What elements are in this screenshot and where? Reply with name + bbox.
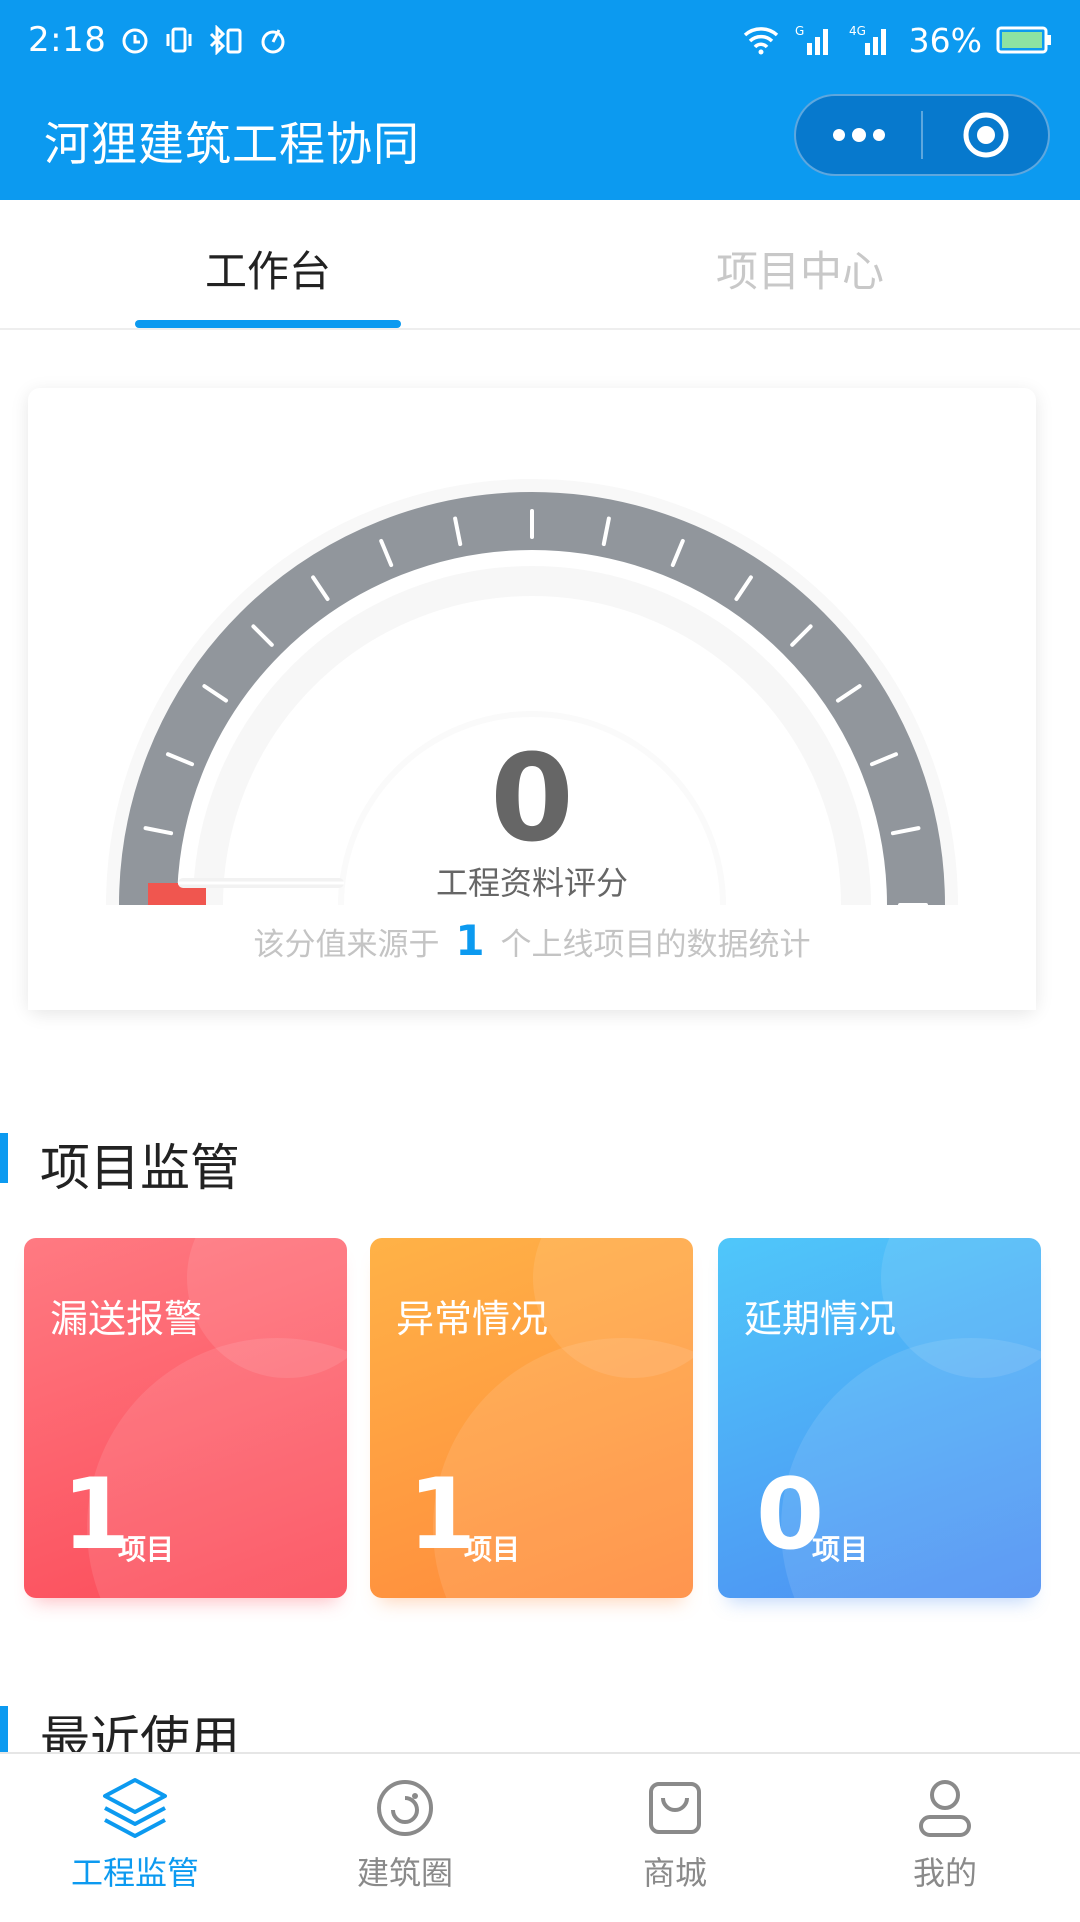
vibrate-icon [164, 25, 194, 55]
more-dots-icon [832, 128, 885, 142]
tabbar-item-engineering[interactable]: 工程监管 [0, 1754, 270, 1922]
app-header: 2:18 G 4G 36% 河狸建筑工程协同 [0, 0, 1080, 200]
battery-percentage: 36% [908, 20, 982, 60]
circle-camera-icon [377, 1780, 433, 1836]
signal-g-icon: G [795, 23, 835, 57]
tabbar-label: 建筑圈 [356, 1854, 453, 1892]
wifi-icon [741, 25, 781, 55]
nav-bar: 河狸建筑工程协同 [0, 80, 1080, 200]
stat-card-delay[interactable]: 延期情况 0 项目 [718, 1238, 1041, 1598]
svg-text:4G: 4G [849, 24, 866, 38]
section-accent-bar [0, 1133, 8, 1183]
tabbar-item-circle[interactable]: 建筑圈 [270, 1754, 540, 1922]
battery-icon [996, 25, 1052, 55]
sync-icon [258, 25, 288, 55]
tabbar-label: 工程监管 [70, 1854, 199, 1892]
stat-card-unit: 项目 [118, 1533, 175, 1566]
tabbar-item-mine[interactable]: 我的 [810, 1754, 1080, 1922]
shopping-bag-icon [649, 1782, 701, 1834]
layers-icon [103, 1778, 167, 1838]
target-close-icon [963, 112, 1008, 158]
stat-card-unit: 项目 [464, 1533, 521, 1566]
tabbar-label: 商城 [642, 1854, 707, 1892]
top-tabs: 工作台 项目中心 [0, 200, 1080, 330]
mini-program-capsule [794, 94, 1050, 176]
svg-text:G: G [795, 24, 804, 38]
user-icon [919, 1780, 971, 1837]
more-button[interactable] [796, 96, 921, 174]
app-title: 河狸建筑工程协同 [44, 117, 420, 171]
score-card: 0 工程资料评分 该分值来源于 1 个上线项目的数据统计 [28, 388, 1036, 1010]
bluetooth-battery-icon [208, 25, 244, 55]
score-note-suffix: 个上线项目的数据统计 [500, 927, 811, 963]
stat-card-title: 异常情况 [396, 1297, 549, 1341]
score-value: 0 [490, 730, 574, 869]
tab-active-indicator [135, 320, 401, 328]
stat-card-abnormal[interactable]: 异常情况 1 项目 [370, 1238, 693, 1598]
signal-4g-icon: 4G [849, 23, 895, 57]
tabbar-item-mall[interactable]: 商城 [540, 1754, 810, 1922]
tab-project-center[interactable]: 项目中心 [600, 238, 1000, 299]
stat-card-unit: 项目 [812, 1533, 869, 1566]
tabbar-label: 我的 [912, 1854, 977, 1892]
status-bar: 2:18 G 4G 36% [0, 0, 1080, 80]
stat-card-title: 漏送报警 [50, 1297, 203, 1341]
section-accent-bar [0, 1706, 8, 1756]
score-note: 该分值来源于 1 个上线项目的数据统计 [28, 916, 1036, 965]
alarm-icon [120, 25, 150, 55]
stat-card-title: 延期情况 [744, 1297, 897, 1341]
score-note-prefix: 该分值来源于 [253, 927, 440, 963]
status-time: 2:18 [28, 20, 107, 60]
score-note-count: 1 [455, 916, 485, 965]
score-label: 工程资料评分 [435, 864, 628, 902]
tab-workbench[interactable]: 工作台 [68, 238, 468, 299]
stat-card-missing-alert[interactable]: 漏送报警 1 项目 [24, 1238, 347, 1598]
close-button[interactable] [923, 96, 1048, 174]
bottom-tab-bar: 工程监管 建筑圈 商城 我的 [0, 1752, 1080, 1920]
section-title-project: 项目监管 [40, 1139, 240, 1197]
